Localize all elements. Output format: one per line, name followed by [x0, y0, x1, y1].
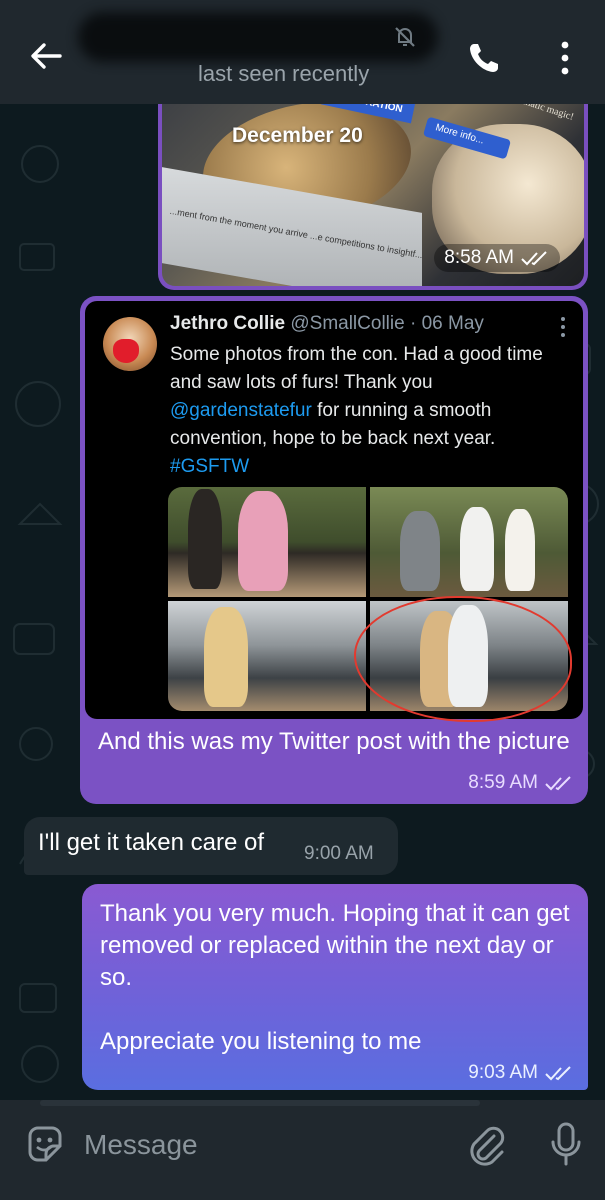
outgoing-message-bubble[interactable]: Thank you very much. Hoping that it can … — [82, 884, 588, 1090]
call-button[interactable] — [462, 36, 506, 80]
tweet-more-icon — [557, 315, 569, 341]
tweet-date: · 06 May — [409, 313, 484, 334]
heart-shape — [113, 339, 139, 363]
paperclip-icon — [470, 1126, 505, 1166]
photo-figure — [204, 607, 248, 707]
message-timestamp: 9:03 AM — [468, 1062, 574, 1084]
photo-figure — [188, 489, 222, 589]
photo-figure — [400, 511, 440, 591]
back-button[interactable] — [24, 34, 68, 78]
incoming-message-bubble[interactable]: I'll get it taken care of 9:00 AM — [24, 817, 398, 875]
sticker-button[interactable] — [22, 1122, 68, 1168]
double-check-icon — [521, 251, 547, 266]
menu-button[interactable] — [548, 36, 582, 80]
muted-bell-icon — [392, 24, 418, 50]
tweet-screenshot-message[interactable]: Jethro Collie @SmallCollie · 06 May Some… — [80, 296, 588, 804]
message-input[interactable] — [84, 1122, 444, 1168]
photo-figure — [238, 491, 288, 591]
attach-button[interactable] — [464, 1122, 508, 1168]
message-paragraph: Appreciate you listening to me — [100, 1028, 422, 1055]
contact-name-redacted[interactable] — [78, 12, 438, 62]
sticker-icon — [28, 1126, 62, 1162]
time-label: 8:59 AM — [468, 772, 538, 793]
time-label: 9:03 AM — [468, 1062, 538, 1083]
message-paragraph: Thank you very much. Hoping that it can … — [100, 900, 570, 991]
tweet-hashtag: #GSFTW — [170, 456, 250, 477]
chat-header: last seen recently — [0, 0, 605, 104]
chat-area[interactable]: REGISTRATION More info... ...ow and join… — [0, 104, 605, 1100]
photo-overlay-text: ...ow and join ...matic magic! — [460, 104, 575, 123]
tweet-author-row: Jethro Collie @SmallCollie · 06 May — [170, 313, 484, 335]
message-text: And this was my Twitter post with the pi… — [98, 728, 570, 755]
microphone-icon — [551, 1122, 581, 1166]
tweet-text: Some photos from the con. Had a good tim… — [170, 341, 560, 481]
vertical-dots-icon — [561, 41, 569, 75]
double-check-icon — [545, 1066, 571, 1081]
phone-icon — [470, 44, 498, 72]
tweet-photo — [168, 487, 366, 597]
photo-figure — [505, 509, 535, 591]
time-label: 8:58 AM — [444, 247, 514, 268]
double-check-icon — [545, 776, 571, 791]
last-seen-status: last seen recently — [198, 61, 370, 86]
tweet-mention: @gardenstatefur — [170, 400, 312, 421]
arrow-left-icon — [31, 43, 62, 69]
tweet-author-handle: @SmallCollie — [290, 313, 405, 334]
microphone-button[interactable] — [546, 1120, 586, 1170]
message-timestamp: 8:59 AM — [468, 772, 574, 794]
photo-image[interactable]: REGISTRATION More info... ...ow and join… — [162, 104, 584, 286]
avatar — [103, 317, 157, 371]
message-composer — [0, 1100, 605, 1200]
photo-message-bubble[interactable]: REGISTRATION More info... ...ow and join… — [158, 104, 588, 290]
composer-divider — [40, 1100, 480, 1106]
tweet-photo — [168, 601, 366, 711]
message-timestamp: 8:58 AM — [434, 244, 560, 272]
photo-figure — [460, 507, 494, 591]
tweet-author-name: Jethro Collie — [170, 313, 286, 334]
tweet-text-part: Some photos from the con. Had a good tim… — [170, 344, 543, 393]
message-text: Thank you very much. Hoping that it can … — [100, 898, 576, 1058]
message-timestamp: 9:00 AM — [304, 843, 374, 864]
date-label: December 20 — [232, 124, 363, 147]
message-text: I'll get it taken care of — [38, 829, 265, 856]
tweet-photo — [370, 487, 568, 597]
